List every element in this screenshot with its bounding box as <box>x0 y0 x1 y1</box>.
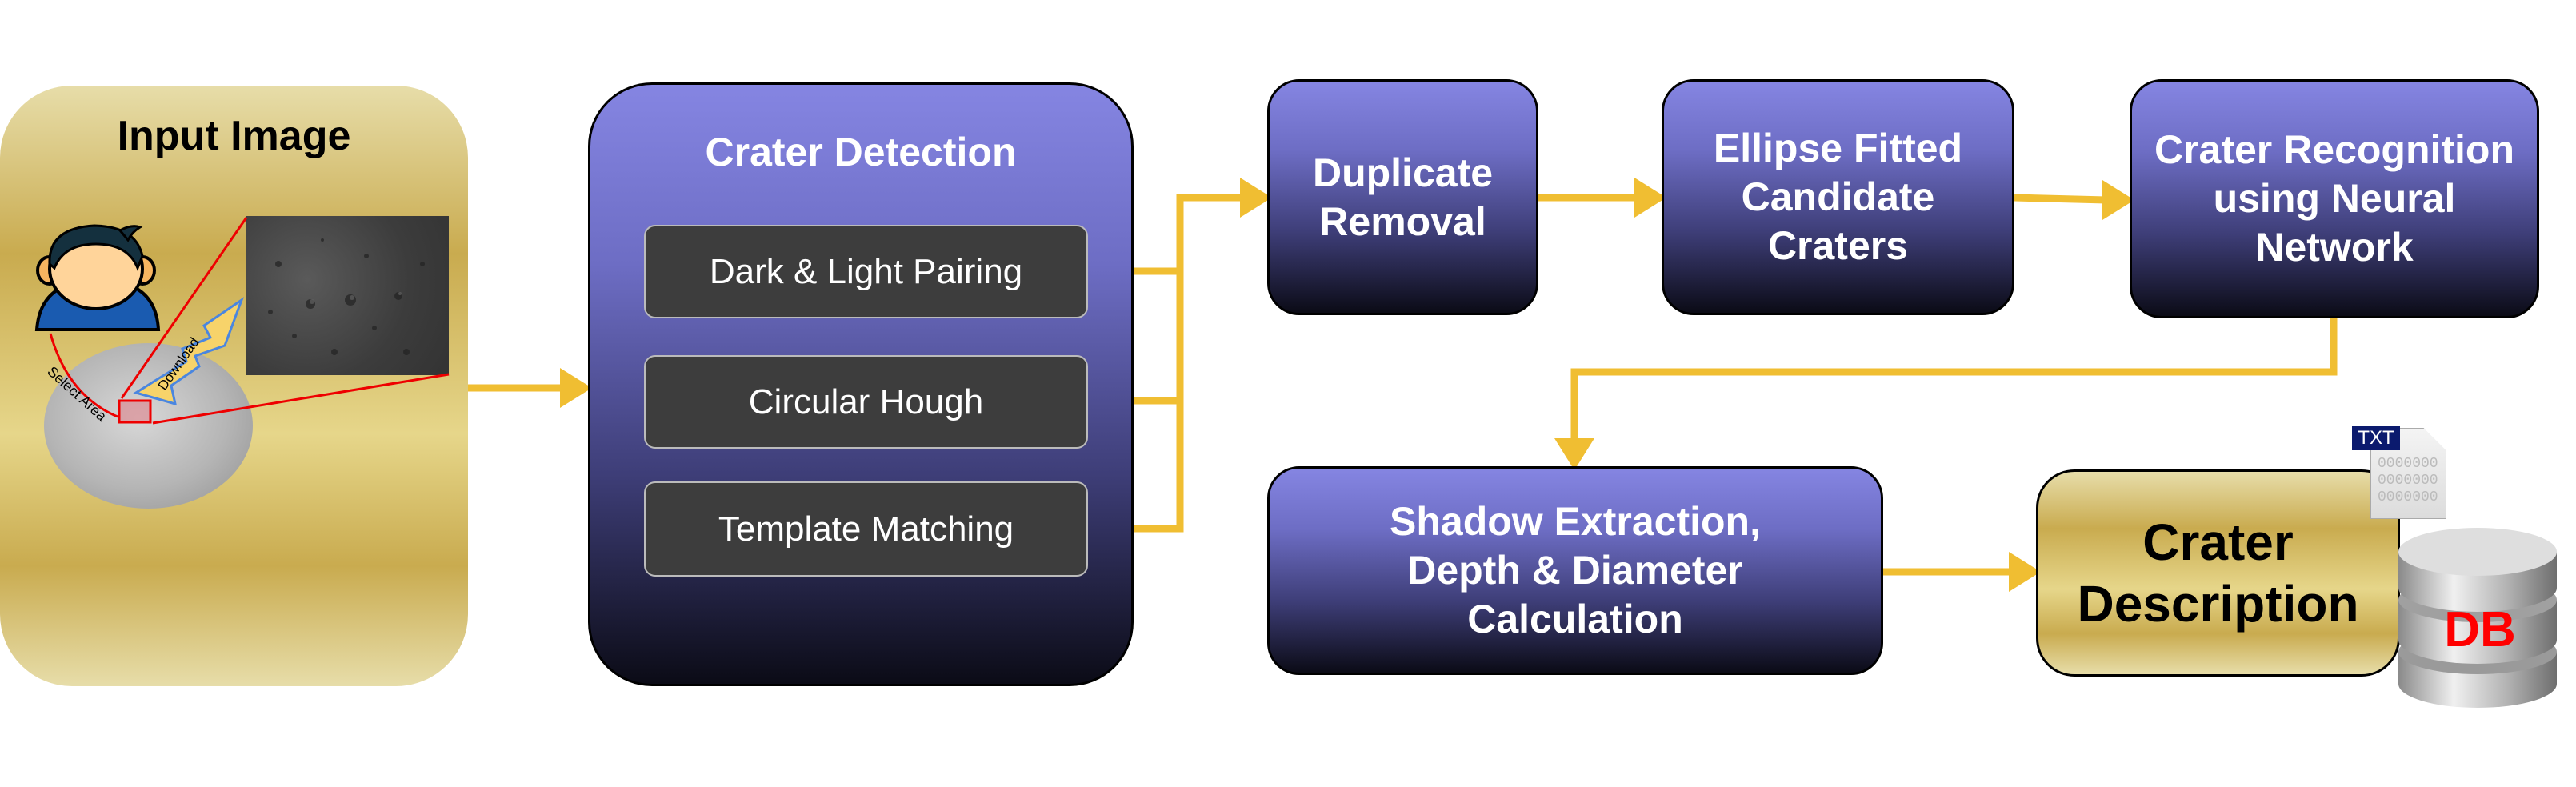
database-icon: DB <box>2398 528 2557 708</box>
db-label: DB <box>2444 602 2516 657</box>
